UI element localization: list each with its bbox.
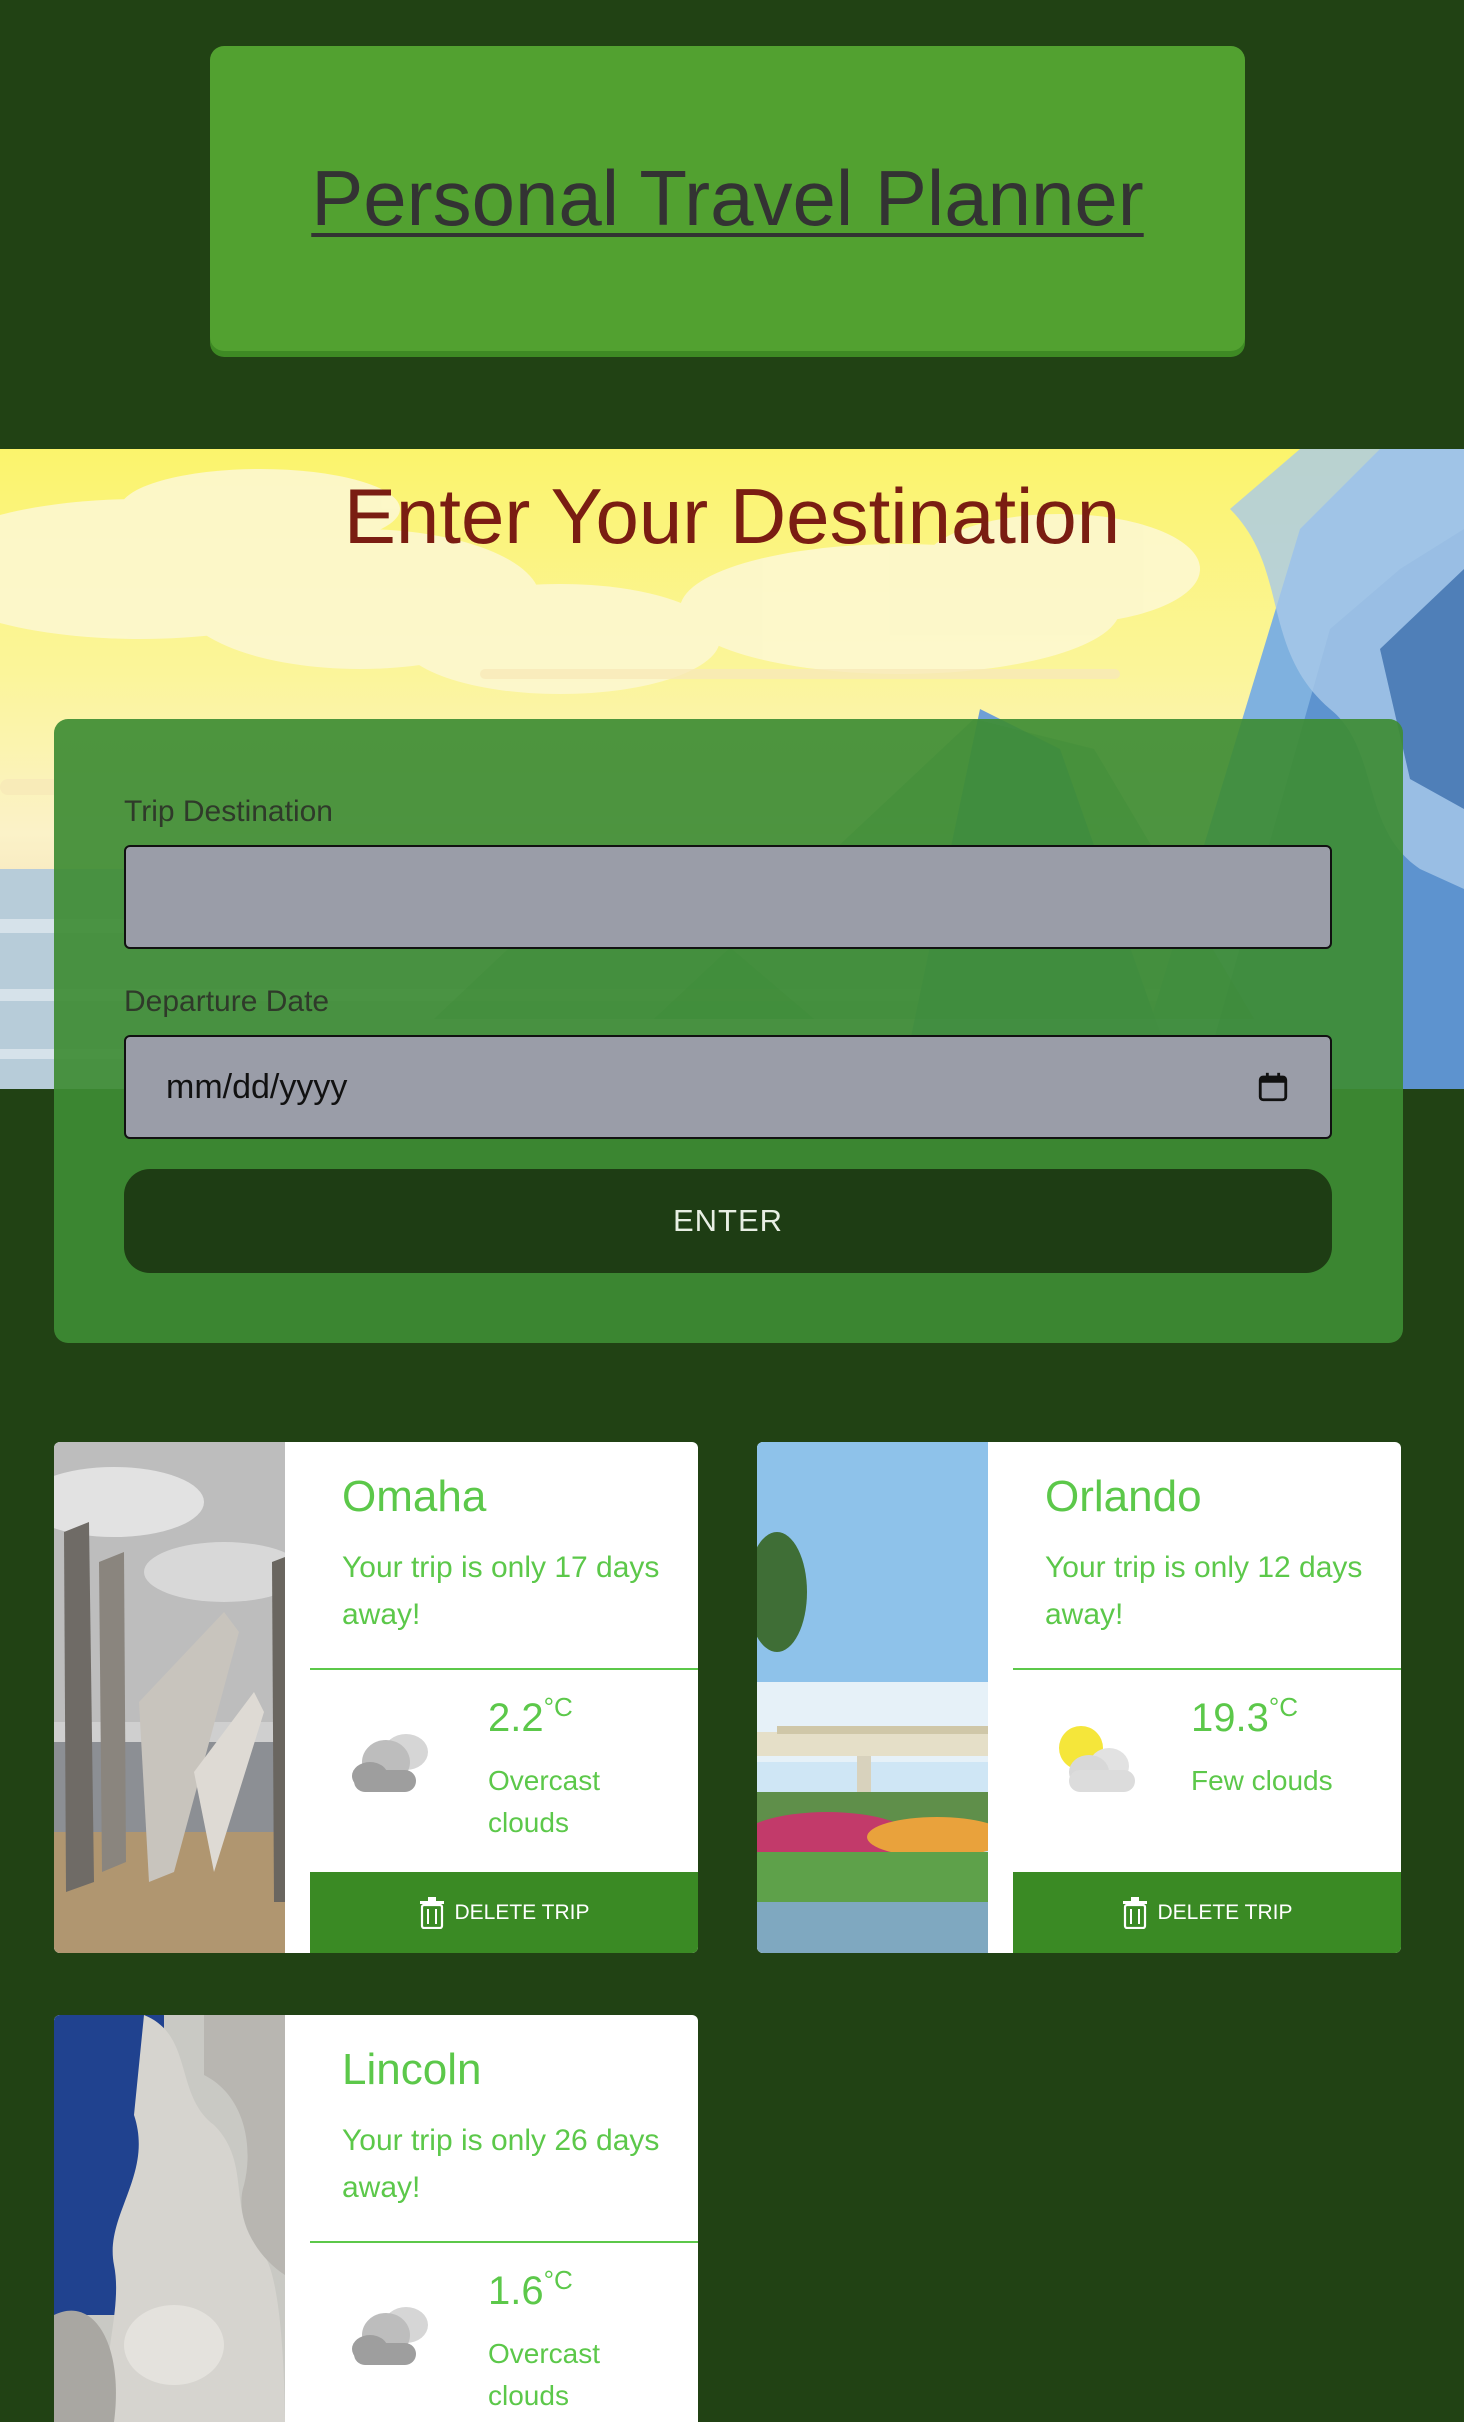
- trip-countdown: Your trip is only 26 days away!: [342, 2124, 660, 2204]
- cloud-icon: [352, 2307, 428, 2365]
- temperature: 2.2°C: [488, 1692, 573, 1740]
- weather-description: Overcast clouds: [488, 1765, 601, 1838]
- delete-trip-button[interactable]: DELETE TRIP: [310, 1872, 698, 1953]
- divider: [310, 2241, 698, 2243]
- trash-icon: [1122, 1896, 1147, 1929]
- trip-image-omaha: [54, 1442, 285, 1953]
- trash-icon: [419, 1896, 444, 1929]
- hero-title: Enter Your Destination: [343, 472, 1121, 560]
- delete-trip-button[interactable]: DELETE TRIP: [1013, 1872, 1401, 1953]
- trip-details-orlando: Orlando Your trip is only 12 days away! …: [1013, 1442, 1401, 1953]
- trip-city: Lincoln: [342, 2045, 482, 2094]
- departure-date-placeholder: mm/dd/yyyy: [166, 1067, 348, 1106]
- weather-description: Few clouds: [1191, 1765, 1333, 1796]
- trip-details-lincoln: Lincoln Your trip is only 26 days away! …: [310, 2015, 698, 2422]
- trip-countdown: Your trip is only 17 days away!: [342, 1551, 660, 1631]
- calendar-icon[interactable]: [1256, 1070, 1290, 1104]
- divider: [310, 1668, 698, 1670]
- cloud-icon: [352, 1734, 428, 1792]
- trip-card-lincoln: Lincoln Your trip is only 26 days away! …: [54, 2015, 698, 2422]
- weather-description: Overcast clouds: [488, 2338, 601, 2411]
- delete-trip-label: DELETE TRIP: [1157, 1900, 1293, 1924]
- sun-cloud-icon: [1059, 1726, 1135, 1792]
- trip-city: Orlando: [1045, 1472, 1202, 1521]
- trip-card-orlando: Orlando Your trip is only 12 days away! …: [757, 1442, 1401, 1953]
- trip-card-omaha: Omaha Your trip is only 17 days away! 2.…: [54, 1442, 698, 1953]
- trip-destination-input[interactable]: [124, 845, 1332, 949]
- title-card: Personal Travel Planner: [210, 46, 1245, 351]
- app-title-link[interactable]: Personal Travel Planner: [311, 153, 1143, 244]
- trip-image-orlando: [757, 1442, 988, 1953]
- departure-date-label: Departure Date: [124, 985, 330, 1018]
- enter-button[interactable]: ENTER: [124, 1169, 1332, 1273]
- trip-details-omaha: Omaha Your trip is only 17 days away! 2.…: [310, 1442, 698, 1953]
- header: Personal Travel Planner: [0, 0, 1464, 449]
- trip-image-lincoln: [54, 2015, 285, 2422]
- divider: [1013, 1668, 1401, 1670]
- temperature: 19.3°C: [1191, 1692, 1299, 1740]
- temperature: 1.6°C: [488, 2265, 573, 2313]
- trip-city: Omaha: [342, 1472, 487, 1521]
- trip-destination-label: Trip Destination: [124, 795, 333, 828]
- departure-date-input[interactable]: mm/dd/yyyy: [124, 1035, 1332, 1139]
- delete-trip-label: DELETE TRIP: [454, 1900, 590, 1924]
- destination-form: Trip Destination Departure Date mm/dd/yy…: [54, 719, 1403, 1343]
- trip-countdown: Your trip is only 12 days away!: [1045, 1551, 1363, 1631]
